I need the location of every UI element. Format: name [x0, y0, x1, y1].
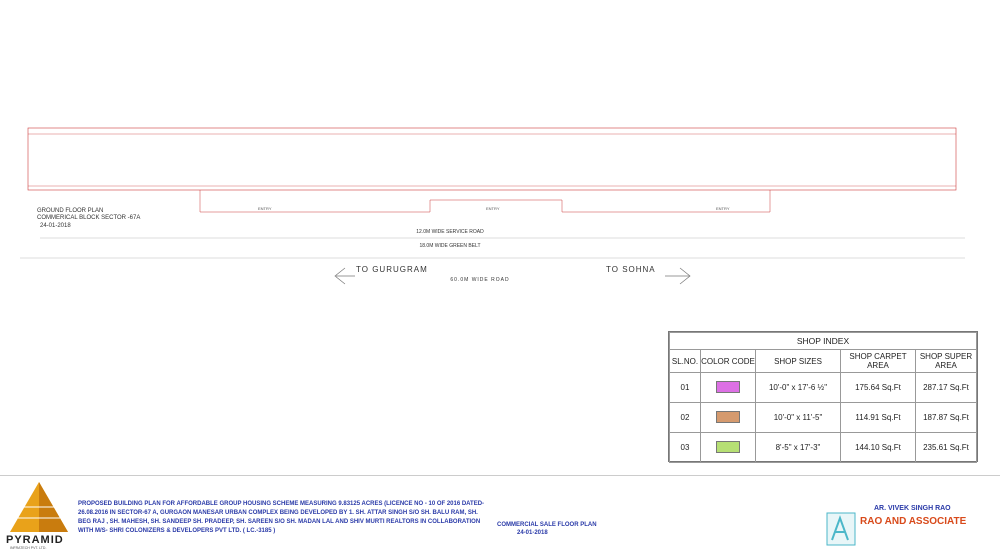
header-color-code: COLOR CODE: [700, 349, 756, 373]
brand-name: PYRAMID: [6, 534, 64, 546]
shop-index-title: SHOP INDEX: [669, 332, 977, 350]
pyramid-logo-icon: [10, 482, 68, 532]
architect-name: AR. VIVEK SINGH RAO: [874, 505, 951, 512]
entry-label-1: ENTRY: [258, 206, 272, 211]
row-carpet: 144.10 Sq.Ft: [840, 432, 916, 463]
plan-title-line-1: GROUND FLOOR PLAN: [37, 208, 104, 214]
row-super: 235.61 Sq.Ft: [915, 432, 977, 463]
row-sl: 02: [669, 402, 701, 433]
row-color: [700, 402, 756, 433]
table-row: 02 10'-0" x 11'-5" 114.91 Sq.Ft 187.87 S…: [669, 402, 977, 433]
row-sl: 03: [669, 432, 701, 463]
to-gurugram-label: TO GURUGRAM: [356, 265, 428, 274]
entry-label-3: ENTRY: [716, 206, 730, 211]
row-color: [700, 372, 756, 403]
color-swatch: [716, 380, 740, 393]
plan-title-line-2: COMMERICAL BLOCK SECTOR -67A: [37, 215, 141, 221]
brand-subtitle: INFRATECH PVT. LTD.: [10, 546, 47, 550]
header-sl-no: SL.NO.: [669, 349, 701, 373]
green-belt-label: 18.0M WIDE GREEN BELT: [419, 243, 481, 249]
building-outer-wall: [27, 127, 957, 191]
sale-plan-date: 24-01-2018: [517, 530, 548, 536]
row-super: 187.87 Sq.Ft: [915, 402, 977, 433]
plan-title: GROUND FLOOR PLAN COMMERICAL BLOCK SECTO…: [37, 208, 140, 222]
row-size: 10'-0" x 17'-6 ½": [755, 372, 841, 403]
sale-plan-block: COMMERCIAL SALE FLOOR PLAN 24-01-2018: [497, 521, 637, 537]
table-row: 03 8'-5" x 17'-3" 144.10 Sq.Ft 235.61 Sq…: [669, 432, 977, 463]
header-carpet-area: SHOP CARPET AREA: [840, 349, 916, 373]
sale-plan-title: COMMERCIAL SALE FLOOR PLAN: [497, 522, 597, 528]
row-color: [700, 432, 756, 463]
row-super: 287.17 Sq.Ft: [915, 372, 977, 403]
plan-date: 24-01-2018: [40, 223, 71, 229]
main-road-label: 60.0M WIDE ROAD: [450, 277, 510, 283]
shop-index-table: SHOP INDEX SL.NO. COLOR CODE SHOP SIZES …: [668, 331, 978, 463]
firm-name: RAO AND ASSOCIATE: [860, 516, 967, 527]
to-sohna-label: TO SOHNA: [606, 265, 656, 274]
drawing-sheet: GROUND FLOOR PLAN COMMERICAL BLOCK SECTO…: [0, 0, 1000, 553]
row-size: 8'-5" x 17'-3": [755, 432, 841, 463]
entry-label-2: ENTRY: [486, 206, 500, 211]
color-swatch: [716, 440, 740, 453]
row-sl: 01: [669, 372, 701, 403]
service-road-label: 12.0M WIDE SERVICE ROAD: [416, 229, 484, 235]
title-block: PYRAMID INFRATECH PVT. LTD. PROPOSED BUI…: [0, 475, 1000, 554]
row-carpet: 175.64 Sq.Ft: [840, 372, 916, 403]
row-size: 10'-0" x 11'-5": [755, 402, 841, 433]
firm-logo-icon: [826, 512, 856, 546]
table-row: 01 10'-0" x 17'-6 ½" 175.64 Sq.Ft 287.17…: [669, 372, 977, 403]
color-swatch: [716, 410, 740, 423]
header-shop-sizes: SHOP SIZES: [755, 349, 841, 373]
project-description: PROPOSED BUILDING PLAN FOR AFFORDABLE GR…: [78, 501, 485, 534]
row-carpet: 114.91 Sq.Ft: [840, 402, 916, 433]
header-super-area: SHOP SUPER AREA: [915, 349, 977, 373]
plinth-outline: [199, 190, 771, 213]
